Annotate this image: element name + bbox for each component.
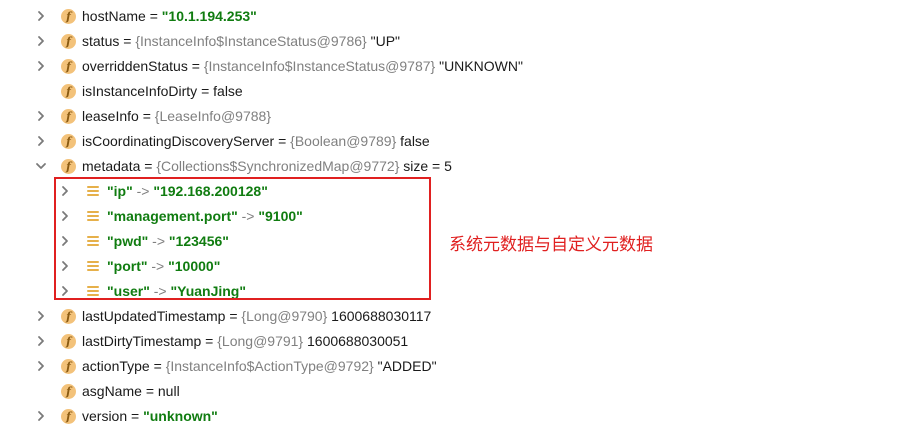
tree-row-metadata[interactable]: f metadata = {Collections$SynchronizedMap… <box>0 154 906 179</box>
field-icon: f <box>61 309 76 324</box>
field-value: 1600688030051 <box>307 333 409 349</box>
field-icon: f <box>61 409 76 424</box>
field-value: false <box>400 133 430 149</box>
field-reference: {LeaseInfo@9788} <box>154 108 272 124</box>
equals-sign: = <box>191 58 200 74</box>
equals-sign: = <box>153 358 162 374</box>
chevron-right-icon[interactable] <box>34 359 48 373</box>
field-icon: f <box>61 334 76 349</box>
field-reference: {Collections$SynchronizedMap@9772} <box>156 158 400 174</box>
equals-sign: = <box>123 33 132 49</box>
field-icon: f <box>61 159 76 174</box>
field-name: asgName <box>82 383 142 399</box>
field-name: metadata <box>82 158 141 174</box>
chevron-right-icon[interactable] <box>34 109 48 123</box>
tree-row-lastDirtyTimestamp[interactable]: f lastDirtyTimestamp = {Long@9791} 160068… <box>0 329 906 354</box>
field-value: "UP" <box>370 33 400 49</box>
metadata-highlight-box <box>54 177 431 300</box>
field-icon: f <box>61 59 76 74</box>
field-reference: {InstanceInfo$ActionType@9792} <box>165 358 374 374</box>
tree-row-hostName[interactable]: f hostName = "10.1.194.253" <box>0 4 906 29</box>
field-name: lastDirtyTimestamp <box>82 333 202 349</box>
field-name: actionType <box>82 358 150 374</box>
equals-sign: = <box>142 108 151 124</box>
equals-sign: = <box>145 383 154 399</box>
field-value: false <box>213 83 243 99</box>
field-name: leaseInfo <box>82 108 139 124</box>
tree-row-version[interactable]: f version = "unknown" <box>0 404 906 427</box>
field-icon: f <box>61 84 76 99</box>
chevron-right-icon[interactable] <box>34 134 48 148</box>
equals-sign: = <box>229 308 238 324</box>
field-icon: f <box>61 34 76 49</box>
tree-row-lastUpdatedTimestamp[interactable]: f lastUpdatedTimestamp = {Long@9790} 1600… <box>0 304 906 329</box>
equals-sign: = <box>144 158 153 174</box>
field-name: status <box>82 33 120 49</box>
field-value: size = 5 <box>403 158 452 174</box>
field-icon: f <box>61 109 76 124</box>
tree-row-leaseInfo[interactable]: f leaseInfo = {LeaseInfo@9788} <box>0 104 906 129</box>
tree-row-status[interactable]: f status = {InstanceInfo$InstanceStatus@9… <box>0 29 906 54</box>
field-name: hostName <box>82 8 146 24</box>
tree-row-actionType[interactable]: f actionType = {InstanceInfo$ActionType@9… <box>0 354 906 379</box>
chevron-right-icon[interactable] <box>34 59 48 73</box>
field-value: "UNKNOWN" <box>439 58 523 74</box>
equals-sign: = <box>149 8 158 24</box>
tree-row-text: hostName = "10.1.194.253" <box>82 4 257 29</box>
field-reference: {InstanceInfo$InstanceStatus@9786} <box>135 33 367 49</box>
tree-row-text: metadata = {Collections$SynchronizedMap@… <box>82 154 452 179</box>
field-name: isCoordinatingDiscoveryServer <box>82 133 275 149</box>
tree-row-text: leaseInfo = {LeaseInfo@9788} <box>82 104 271 129</box>
field-icon: f <box>61 9 76 24</box>
tree-row-text: version = "unknown" <box>82 404 218 427</box>
field-value: "10.1.194.253" <box>161 8 257 24</box>
equals-sign: = <box>131 408 140 424</box>
field-name: version <box>82 408 128 424</box>
field-reference: {InstanceInfo$InstanceStatus@9787} <box>203 58 436 74</box>
chevron-right-icon[interactable] <box>34 309 48 323</box>
field-value: "unknown" <box>143 408 218 424</box>
tree-row-text: isInstanceInfoDirty = false <box>82 79 243 104</box>
field-icon: f <box>61 384 76 399</box>
field-value: null <box>157 383 180 399</box>
equals-sign: = <box>278 133 287 149</box>
field-name: lastUpdatedTimestamp <box>82 308 226 324</box>
chevron-right-icon[interactable] <box>34 34 48 48</box>
tree-row-text: status = {InstanceInfo$InstanceStatus@97… <box>82 29 400 54</box>
annotation-label: 系统元数据与自定义元数据 <box>449 235 653 255</box>
field-reference: {Long@9790} <box>241 308 328 324</box>
chevron-right-icon[interactable] <box>34 409 48 423</box>
tree-row-isCoordinatingDiscoveryServer[interactable]: f isCoordinatingDiscoveryServer = {Boolea… <box>0 129 906 154</box>
chevron-right-icon[interactable] <box>34 9 48 23</box>
tree-row-text: actionType = {InstanceInfo$ActionType@97… <box>82 354 437 379</box>
field-value: "ADDED" <box>377 358 437 374</box>
tree-row-text: lastUpdatedTimestamp = {Long@9790} 16006… <box>82 304 431 329</box>
field-reference: {Long@9791} <box>217 333 304 349</box>
chevron-down-icon[interactable] <box>34 159 48 173</box>
tree-row-asgName[interactable]: f asgName = null <box>0 379 906 404</box>
tree-row-overriddenStatus[interactable]: f overriddenStatus = {InstanceInfo$Instan… <box>0 54 906 79</box>
tree-row-isInstanceInfoDirty[interactable]: f isInstanceInfoDirty = false <box>0 79 906 104</box>
field-value: 1600688030117 <box>331 308 432 324</box>
equals-sign: = <box>201 83 210 99</box>
tree-row-text: overriddenStatus = {InstanceInfo$Instanc… <box>82 54 523 79</box>
field-reference: {Boolean@9789} <box>290 133 397 149</box>
tree-row-text: lastDirtyTimestamp = {Long@9791} 1600688… <box>82 329 408 354</box>
chevron-right-icon[interactable] <box>34 334 48 348</box>
tree-row-text: isCoordinatingDiscoveryServer = {Boolean… <box>82 129 430 154</box>
field-icon: f <box>61 134 76 149</box>
tree-row-text: asgName = null <box>82 379 180 404</box>
field-icon: f <box>61 359 76 374</box>
equals-sign: = <box>205 333 214 349</box>
field-name: overriddenStatus <box>82 58 188 74</box>
field-name: isInstanceInfoDirty <box>82 83 198 99</box>
